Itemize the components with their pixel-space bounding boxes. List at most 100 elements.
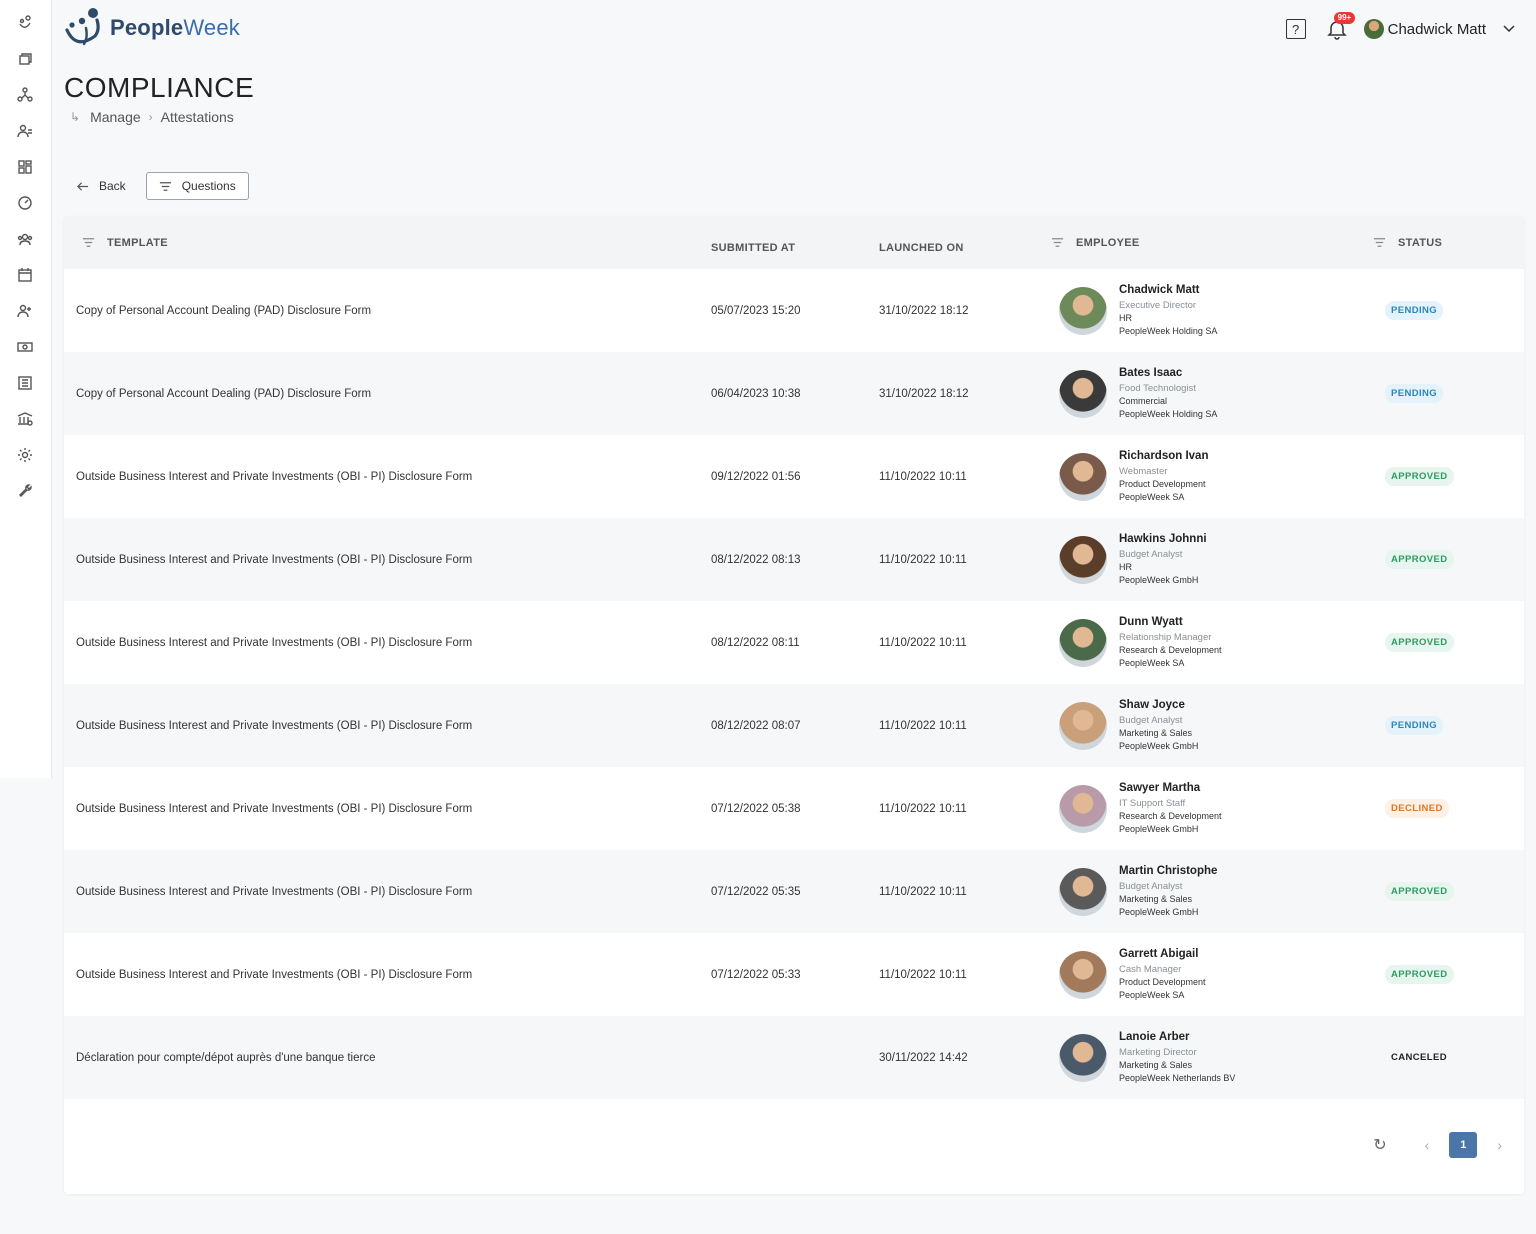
employee-avatar[interactable] — [1059, 535, 1107, 584]
employee-department: Product Development — [1119, 478, 1206, 489]
user-name[interactable]: Chadwick Matt — [1388, 21, 1486, 38]
cell-template[interactable]: Outside Business Interest and Private In… — [64, 684, 711, 767]
back-button[interactable]: Back — [64, 173, 138, 199]
table-row[interactable]: Outside Business Interest and Private In… — [64, 518, 1524, 601]
cell-employee: Dunn Wyatt Relationship Manager Research… — [1047, 601, 1367, 684]
employee-avatar[interactable] — [1059, 286, 1107, 335]
employee-avatar[interactable] — [1059, 784, 1107, 833]
filter-icon[interactable] — [1373, 236, 1386, 249]
network-icon[interactable] — [16, 86, 34, 104]
breadcrumb-item-attestations[interactable]: Attestations — [161, 109, 234, 125]
dashboard-icon[interactable] — [16, 158, 34, 176]
chevron-down-icon[interactable] — [1502, 22, 1516, 36]
employee-company: PeopleWeek Holding SA — [1119, 408, 1218, 419]
cell-submitted-at: 05/07/2023 15:20 — [711, 304, 801, 317]
employee-avatar[interactable] — [1059, 618, 1107, 667]
breadcrumb-return-icon: ↳ — [70, 110, 81, 124]
copy-icon[interactable] — [16, 50, 34, 68]
add-user-icon[interactable] — [16, 302, 34, 320]
column-submitted-at[interactable]: SUBMITTED AT — [711, 216, 879, 269]
employee-avatar[interactable] — [1059, 701, 1107, 750]
cell-status: APPROVED — [1367, 933, 1524, 1016]
table-row[interactable]: Copy of Personal Account Dealing (PAD) D… — [64, 269, 1524, 352]
calendar-icon[interactable] — [16, 266, 34, 284]
brand-name: PeopleWeek — [110, 15, 240, 41]
filter-icon[interactable] — [1051, 236, 1064, 249]
table-row[interactable]: Outside Business Interest and Private In… — [64, 850, 1524, 933]
refresh-icon[interactable]: ↻ — [1373, 1135, 1386, 1155]
employee-department: Marketing & Sales — [1119, 727, 1193, 738]
cell-template[interactable]: Copy of Personal Account Dealing (PAD) D… — [64, 269, 711, 352]
brand-logo-icon — [62, 6, 106, 50]
wrench-icon[interactable] — [16, 482, 34, 500]
employee-name[interactable]: Sawyer Martha — [1119, 782, 1222, 795]
employee-name[interactable]: Chadwick Matt — [1119, 284, 1217, 297]
cell-template[interactable]: Outside Business Interest and Private In… — [64, 850, 711, 933]
table-row[interactable]: Copy of Personal Account Dealing (PAD) D… — [64, 352, 1524, 435]
table-row[interactable]: Outside Business Interest and Private In… — [64, 684, 1524, 767]
toolbar: Back Questions — [64, 172, 249, 200]
breadcrumb-item-manage[interactable]: Manage — [90, 109, 141, 125]
employee-name[interactable]: Garrett Abigail — [1119, 948, 1206, 961]
money-icon[interactable] — [16, 338, 34, 356]
column-status[interactable]: STATUS — [1367, 216, 1524, 269]
team-icon[interactable] — [16, 230, 34, 248]
employee-name[interactable]: Dunn Wyatt — [1119, 616, 1222, 629]
status-badge: PENDING — [1385, 301, 1444, 320]
cell-template[interactable]: Outside Business Interest and Private In… — [64, 933, 711, 1016]
column-template[interactable]: TEMPLATE — [64, 216, 711, 269]
employee-name[interactable]: Hawkins Johnni — [1119, 533, 1207, 546]
help-icon[interactable]: ? — [1285, 19, 1306, 39]
employee-company: PeopleWeek GmbH — [1119, 823, 1199, 834]
employee-avatar[interactable] — [1059, 1033, 1107, 1082]
employee-position: Cash Manager — [1119, 963, 1182, 975]
gauge-icon[interactable] — [16, 194, 34, 212]
settings-icon[interactable] — [16, 446, 34, 464]
cell-template[interactable]: Outside Business Interest and Private In… — [64, 435, 711, 518]
employee-department: Product Development — [1119, 976, 1206, 987]
employee-position: Marketing Director — [1119, 1046, 1197, 1058]
employee-name[interactable]: Richardson Ivan — [1119, 450, 1208, 463]
notifications-button[interactable]: 99+ — [1326, 12, 1356, 40]
employee-name[interactable]: Martin Christophe — [1119, 865, 1217, 878]
employee-name[interactable]: Shaw Joyce — [1119, 699, 1198, 712]
table-row[interactable]: Déclaration pour compte/dépot auprès d'u… — [64, 1016, 1524, 1099]
table-row[interactable]: Outside Business Interest and Private In… — [64, 435, 1524, 518]
employee-avatar[interactable] — [1059, 867, 1107, 916]
page-button-current[interactable]: 1 — [1449, 1132, 1478, 1158]
brand-logo[interactable]: PeopleWeek — [62, 6, 240, 50]
cell-status: PENDING — [1367, 684, 1524, 767]
cell-template[interactable]: Copy of Personal Account Dealing (PAD) D… — [64, 352, 711, 435]
pagination: ↻ ‹ 1 › — [1373, 1132, 1502, 1158]
chevron-right-icon[interactable]: › — [1497, 1137, 1502, 1153]
table-row[interactable]: Outside Business Interest and Private In… — [64, 601, 1524, 684]
questions-filter-button[interactable]: Questions — [145, 172, 249, 200]
employee-name[interactable]: Lanoie Arber — [1119, 1031, 1235, 1044]
employee-name[interactable]: Bates Isaac — [1119, 367, 1217, 380]
cell-template[interactable]: Déclaration pour compte/dépot auprès d'u… — [64, 1016, 711, 1099]
employee-company: PeopleWeek SA — [1119, 989, 1185, 1000]
cell-submitted-at — [711, 1016, 879, 1099]
employee-avatar[interactable] — [1059, 369, 1107, 418]
status-badge: PENDING — [1385, 716, 1444, 735]
chevron-left-icon[interactable]: ‹ — [1425, 1137, 1430, 1153]
table-body: Copy of Personal Account Dealing (PAD) D… — [64, 269, 1524, 1099]
list-icon[interactable] — [16, 374, 34, 392]
cell-template[interactable]: Outside Business Interest and Private In… — [64, 767, 711, 850]
user-card-icon[interactable] — [16, 122, 34, 140]
bank-icon[interactable] — [16, 410, 34, 428]
logo-small-icon[interactable] — [16, 14, 34, 32]
user-avatar[interactable] — [1363, 19, 1384, 39]
employee-avatar[interactable] — [1059, 950, 1107, 999]
column-launched-on[interactable]: LAUNCHED ON — [879, 216, 1047, 269]
employee-position: Webmaster — [1119, 465, 1168, 477]
cell-template[interactable]: Outside Business Interest and Private In… — [64, 518, 711, 601]
employee-position: Food Technologist — [1119, 382, 1196, 394]
table-row[interactable]: Outside Business Interest and Private In… — [64, 933, 1524, 1016]
filter-icon[interactable] — [82, 236, 95, 249]
employee-avatar[interactable] — [1059, 452, 1107, 501]
table-row[interactable]: Outside Business Interest and Private In… — [64, 767, 1524, 850]
cell-status: APPROVED — [1367, 518, 1524, 601]
cell-template[interactable]: Outside Business Interest and Private In… — [64, 601, 711, 684]
column-employee[interactable]: EMPLOYEE — [1047, 216, 1367, 269]
